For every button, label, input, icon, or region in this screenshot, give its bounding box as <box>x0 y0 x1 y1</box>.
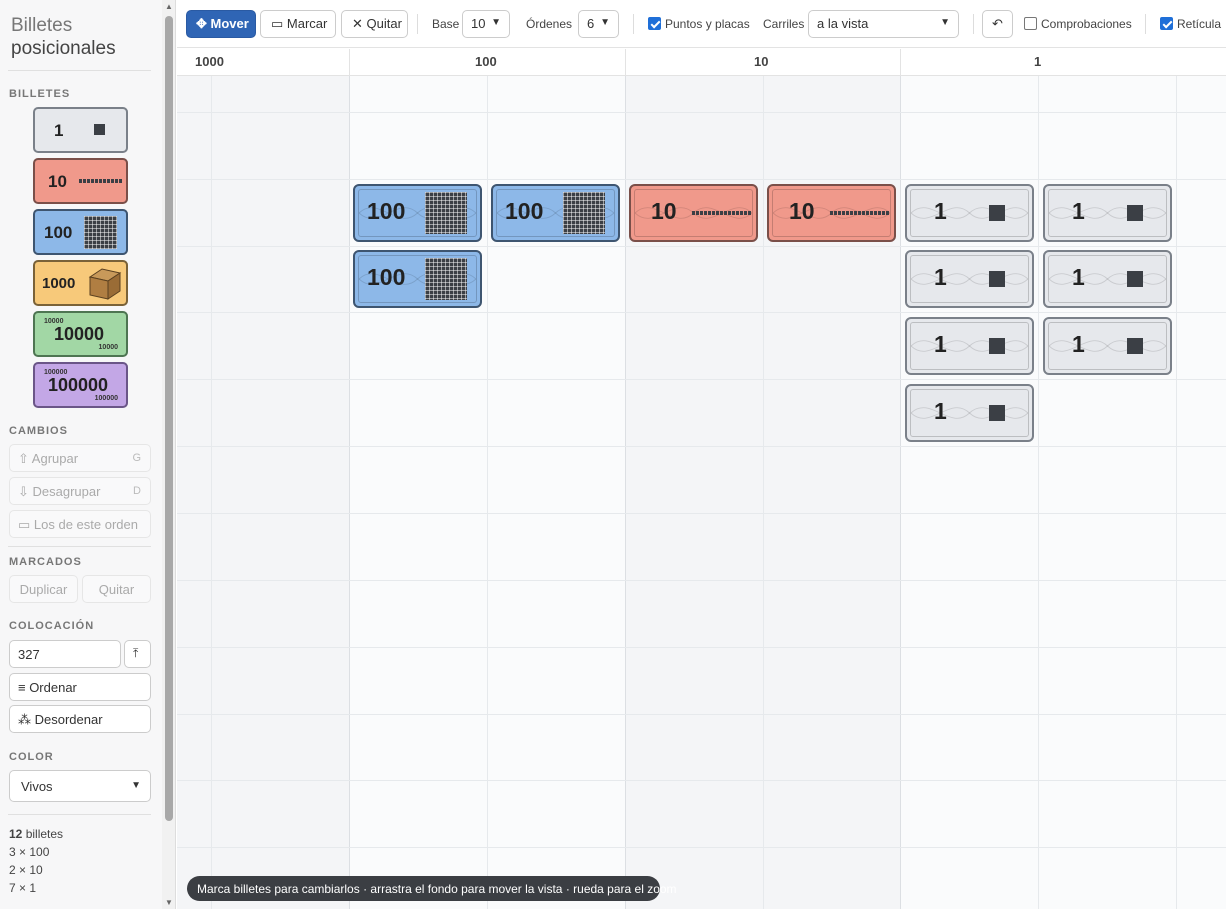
hint-toast: Marca billetes para cambiarlos · arrastr… <box>187 876 677 901</box>
flat-icon <box>84 216 117 249</box>
bill-10[interactable]: 10 <box>767 184 896 242</box>
ordenes-select[interactable]: 6 ▼ <box>578 10 619 38</box>
palette-bill-10000[interactable]: 10000 10000 10000 <box>33 311 128 357</box>
bill-100[interactable]: 100 <box>353 184 482 242</box>
palette-bill-1000[interactable]: 1000 <box>33 260 128 306</box>
chevron-down-icon: ▼ <box>131 780 141 791</box>
bill-100[interactable]: 100 <box>491 184 620 242</box>
checkbox-checked-icon <box>1160 17 1173 30</box>
duplicar-button[interactable]: Duplicar <box>9 575 78 603</box>
toolbar-divider <box>1145 14 1146 34</box>
base-label: Base <box>432 17 460 31</box>
guilloche-pattern <box>911 207 1028 219</box>
guilloche-pattern <box>911 340 1028 352</box>
section-cambios: CAMBIOS <box>9 425 68 437</box>
desagrupar-button[interactable]: ⇩ Desagrupar D <box>9 477 151 505</box>
divider <box>8 546 151 547</box>
flat-icon <box>425 192 467 234</box>
section-marcados: MARCADOS <box>9 556 82 568</box>
column-header-1000: 1000 <box>195 54 224 69</box>
section-color: COLOR <box>9 751 54 763</box>
bill-1[interactable]: 1 <box>1043 317 1172 375</box>
palette-bill-10[interactable]: 10 <box>33 158 128 204</box>
column-header-1: 1 <box>1034 54 1042 69</box>
guilloche-pattern <box>1049 207 1166 219</box>
unit-square-icon <box>989 205 1005 221</box>
unit-square-icon <box>989 405 1005 421</box>
column-headers: 1000 100 10 1 <box>177 49 1226 76</box>
undo-button[interactable]: ↶ <box>982 10 1013 38</box>
checkbox-checked-icon <box>648 17 661 30</box>
section-billetes: BILLETES <box>9 88 71 100</box>
flat-icon <box>425 258 467 300</box>
rod-icon <box>830 211 889 215</box>
sidebar: Billetes posicionales BILLETES 1 10 100 … <box>0 0 162 909</box>
rod-icon <box>79 179 122 183</box>
bill-1[interactable]: 1 <box>905 184 1034 242</box>
unit-square-icon <box>1127 205 1143 221</box>
palette-bill-1[interactable]: 1 <box>33 107 128 153</box>
sidebar-scrollbar[interactable]: ▲ ▼ <box>162 0 176 909</box>
cube-icon <box>88 268 122 300</box>
bill-1[interactable]: 1 <box>1043 250 1172 308</box>
unit-square-icon <box>989 271 1005 287</box>
unit-square-icon <box>1127 271 1143 287</box>
bill-summary: 12 billetes 3 × 100 2 × 10 7 × 1 <box>9 827 64 895</box>
unit-square-icon <box>989 338 1005 354</box>
flat-icon <box>563 192 605 234</box>
chevron-down-icon: ▼ <box>600 17 610 28</box>
checkbox-icon <box>1024 17 1037 30</box>
carriles-select[interactable]: a la vista ▼ <box>808 10 959 38</box>
palette-bill-100[interactable]: 100 <box>33 209 128 255</box>
lane-1000 <box>177 76 350 909</box>
quitar-marked-button[interactable]: Quitar <box>82 575 151 603</box>
toolbar-divider <box>417 14 418 34</box>
guilloche-pattern <box>911 273 1028 285</box>
agrupar-button[interactable]: ⇧ Agrupar G <box>9 444 151 472</box>
placement-number-input[interactable]: 327 <box>9 640 121 668</box>
carriles-label: Carriles <box>763 17 805 31</box>
divider <box>8 814 151 815</box>
select-order-button[interactable]: ▭ Los de este orden <box>9 510 151 538</box>
reticula-checkbox[interactable]: Retícula <box>1160 17 1221 31</box>
app-title: Billetes posicionales <box>11 15 116 59</box>
bill-100[interactable]: 100 <box>353 250 482 308</box>
unit-square-icon <box>1127 338 1143 354</box>
base-select[interactable]: 10 ▼ <box>462 10 510 38</box>
bill-1[interactable]: 1 <box>905 384 1034 442</box>
color-select[interactable]: Vivos ▼ <box>9 770 151 802</box>
puntos-checkbox[interactable]: Puntos y placas <box>648 17 750 31</box>
scroll-down-icon[interactable]: ▼ <box>165 898 173 907</box>
guilloche-pattern <box>911 407 1028 419</box>
chevron-down-icon: ▼ <box>940 17 950 28</box>
column-header-10: 10 <box>754 54 769 69</box>
guilloche-pattern <box>1049 340 1166 352</box>
marcar-button[interactable]: ▭ Marcar <box>260 10 336 38</box>
palette-bill-100000[interactable]: 100000 100000 100000 <box>33 362 128 408</box>
divider <box>8 70 151 71</box>
quitar-button[interactable]: ✕ Quitar <box>341 10 408 38</box>
scrollbar-thumb[interactable] <box>165 16 173 821</box>
toolbar-divider <box>633 14 634 34</box>
chevron-down-icon: ▼ <box>491 17 501 28</box>
guilloche-pattern <box>1049 273 1166 285</box>
scroll-up-icon[interactable]: ▲ <box>165 2 173 11</box>
ordenar-button[interactable]: ≡ Ordenar <box>9 673 151 701</box>
board-canvas[interactable]: 100 100 100 10 10 1 1 1 1 1 1 1 <box>177 76 1226 909</box>
mover-button[interactable]: ✥ Mover <box>186 10 256 38</box>
place-top-button[interactable]: ⤒ <box>124 640 151 668</box>
bill-1[interactable]: 1 <box>905 317 1034 375</box>
section-colocacion: COLOCACIÓN <box>9 620 95 632</box>
unit-square-icon <box>94 124 105 135</box>
desordenar-button[interactable]: ⁂ Desordenar <box>9 705 151 733</box>
bill-1[interactable]: 1 <box>1043 184 1172 242</box>
ordenes-label: Órdenes <box>526 17 573 31</box>
column-header-100: 100 <box>475 54 497 69</box>
toolbar-divider <box>973 14 974 34</box>
bill-10[interactable]: 10 <box>629 184 758 242</box>
comprobaciones-checkbox[interactable]: Comprobaciones <box>1024 17 1132 31</box>
rod-icon <box>692 211 751 215</box>
bill-1[interactable]: 1 <box>905 250 1034 308</box>
toolbar: ✥ Mover ▭ Marcar ✕ Quitar Base 10 ▼ Órde… <box>177 0 1226 48</box>
